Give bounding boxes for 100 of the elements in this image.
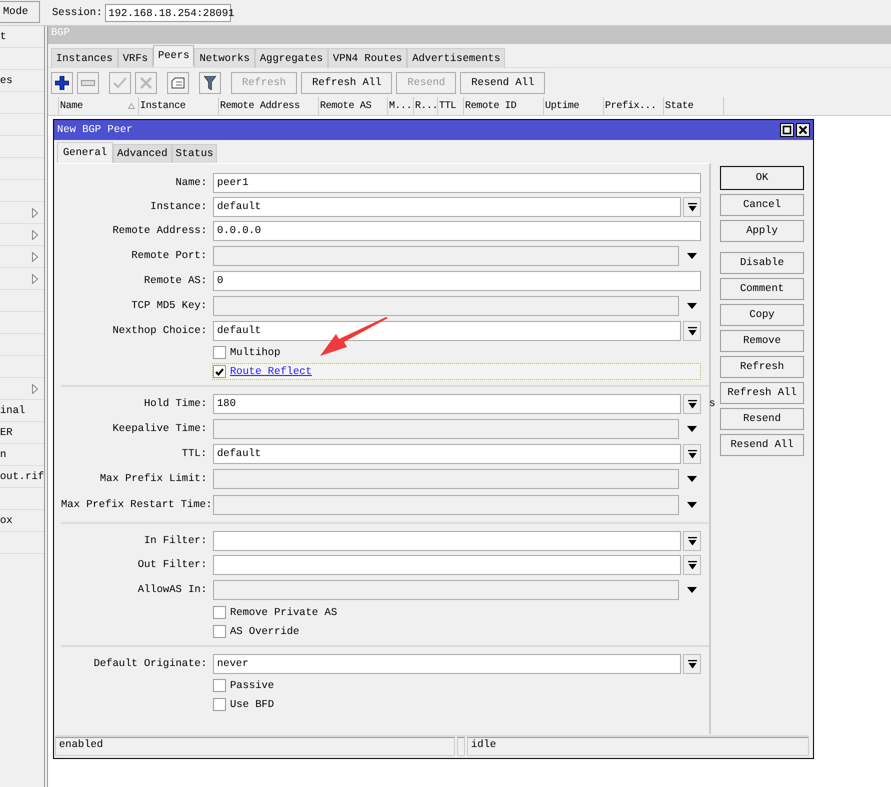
dropdown-arrow-icon (688, 536, 696, 546)
dialog-button[interactable]: Copy (720, 304, 804, 326)
dropdown-arrow-icon[interactable] (687, 253, 697, 259)
dialog-button[interactable]: Apply (720, 220, 804, 242)
close-icon[interactable] (796, 123, 810, 137)
sidebar-item[interactable]: n (0, 444, 44, 466)
filter-icon (204, 76, 216, 90)
field-label: Name: (175, 177, 207, 189)
field-label: AllowAS In: (138, 584, 207, 596)
select-field[interactable] (213, 419, 679, 439)
filter-button[interactable] (199, 72, 221, 94)
field-label: Hold Time: (144, 398, 207, 410)
text-field[interactable]: 0.0.0.0 (213, 221, 701, 241)
column-header[interactable]: TTL (438, 97, 464, 115)
dropdown-arrow-icon[interactable] (687, 502, 697, 508)
column-header[interactable]: Uptime (544, 97, 604, 115)
dropdown-button[interactable] (683, 394, 701, 414)
combo-field[interactable] (213, 531, 681, 551)
combo-field[interactable]: never (213, 654, 681, 674)
tab[interactable]: VRFs (118, 48, 153, 68)
checkbox[interactable]: Passive (212, 677, 701, 694)
tab[interactable]: General (57, 142, 114, 163)
add-button[interactable] (51, 72, 73, 94)
dropdown-arrow-icon (688, 560, 696, 570)
toolbar-button[interactable]: Refresh All (301, 72, 392, 94)
combo-field[interactable]: 180 (213, 394, 681, 414)
dialog-button[interactable]: Remove (720, 330, 804, 352)
text-field[interactable]: 0 (213, 271, 701, 291)
sidebar-item[interactable]: ox (0, 510, 44, 532)
column-header[interactable]: Remote ID (464, 97, 544, 115)
dropdown-arrow-icon[interactable] (687, 476, 697, 482)
status-cell (457, 737, 465, 756)
text-field[interactable]: peer1 (213, 173, 701, 193)
combo-field[interactable]: default (213, 197, 681, 217)
maximize-icon[interactable] (780, 123, 794, 137)
dialog-button[interactable]: Refresh (720, 356, 804, 378)
tab[interactable]: Advanced (113, 144, 172, 163)
tab[interactable]: Status (172, 144, 218, 163)
dropdown-button[interactable] (683, 555, 701, 575)
column-header[interactable]: M... (388, 97, 414, 115)
tab[interactable]: Instances (51, 48, 118, 68)
dropdown-button[interactable] (683, 197, 701, 217)
cross-icon (140, 76, 152, 88)
select-field[interactable] (213, 296, 679, 316)
dropdown-button[interactable] (683, 321, 701, 341)
checkbox[interactable]: AS Override (212, 623, 701, 640)
check-icon (113, 76, 127, 88)
column-header[interactable]: Prefix... (604, 97, 664, 115)
dialog-button[interactable]: Resend All (720, 434, 804, 456)
dialog-button[interactable]: Comment (720, 278, 804, 300)
mode-button[interactable]: Mode (0, 0, 40, 22)
checkmark-icon (215, 368, 224, 376)
tab[interactable]: Networks (194, 48, 255, 68)
column-header[interactable]: R... (414, 97, 438, 115)
column-header[interactable]: Name (59, 97, 139, 115)
dropdown-arrow-icon (688, 450, 696, 458)
column-header[interactable]: Instance (139, 97, 219, 115)
sidebar-item[interactable]: es (0, 70, 44, 92)
dialog-button[interactable]: OK (720, 166, 804, 190)
dropdown-arrow-icon[interactable] (687, 587, 697, 593)
dialog-button[interactable]: Refresh All (720, 382, 804, 404)
field-label: Instance: (150, 201, 207, 213)
tab[interactable]: VPN4 Routes (328, 48, 408, 68)
checkbox[interactable]: Multihop (212, 344, 701, 361)
status-cell: enabled (55, 737, 455, 756)
dropdown-button[interactable] (683, 531, 701, 551)
dialog-button[interactable]: Resend (720, 408, 804, 430)
sidebar-item[interactable]: inal (0, 400, 44, 422)
dropdown-button[interactable] (683, 444, 701, 464)
select-field[interactable] (213, 469, 679, 489)
dialog-button[interactable]: Cancel (720, 194, 804, 216)
tab[interactable]: Peers (152, 45, 194, 66)
toolbar-button[interactable]: Resend All (460, 72, 546, 94)
comment-button[interactable] (167, 72, 189, 94)
column-header[interactable]: Remote Address (219, 97, 319, 115)
dropdown-button[interactable] (683, 654, 701, 674)
combo-field[interactable]: default (213, 444, 681, 464)
tab[interactable]: Advertisements (407, 48, 506, 68)
checkbox[interactable]: Remove Private AS (212, 604, 701, 621)
sidebar-item[interactable]: t (0, 26, 44, 48)
field-label: TTL: (182, 448, 207, 460)
tab[interactable]: Aggregates (254, 48, 328, 68)
sidebar-item[interactable]: out.rif (0, 466, 44, 488)
sidebar-item[interactable]: ER (0, 422, 44, 444)
select-field[interactable] (213, 580, 679, 600)
combo-field[interactable] (213, 555, 681, 575)
checkbox[interactable]: Use BFD (212, 696, 701, 713)
checkbox[interactable]: Route Reflect (212, 363, 701, 380)
combo-field[interactable]: default (213, 321, 681, 341)
select-field[interactable] (213, 495, 679, 515)
dropdown-arrow-icon[interactable] (687, 426, 697, 432)
field-label: Remote AS: (144, 275, 207, 287)
select-field[interactable] (213, 246, 679, 266)
column-header[interactable]: State (664, 97, 724, 115)
dropdown-arrow-icon[interactable] (687, 303, 697, 309)
dialog-title: New BGP Peer (57, 124, 133, 136)
column-header[interactable]: Remote AS (319, 97, 388, 115)
field-label: Max Prefix Restart Time: (61, 499, 212, 511)
session-label: Session: (52, 6, 102, 18)
dialog-button[interactable]: Disable (720, 252, 804, 274)
